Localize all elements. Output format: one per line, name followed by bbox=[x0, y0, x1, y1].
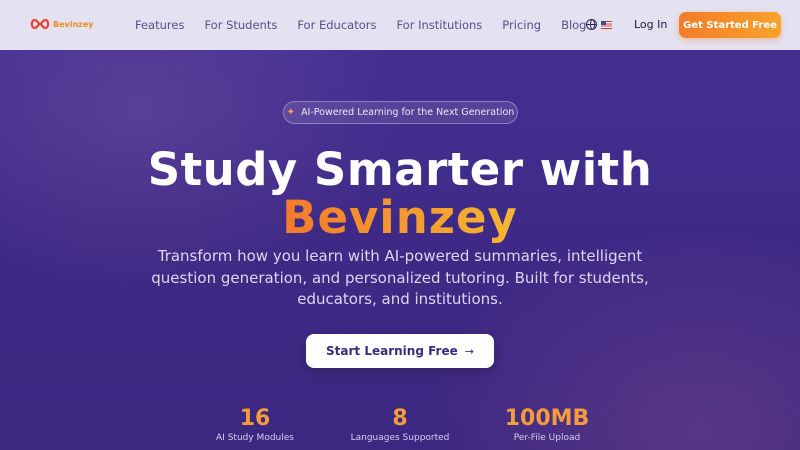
get-started-button[interactable]: Get Started Free bbox=[679, 12, 781, 38]
stat-languages: 8 Languages Supported bbox=[335, 406, 465, 443]
globe-icon bbox=[586, 19, 597, 30]
stat-study-modules: 16 AI Study Modules bbox=[190, 406, 320, 443]
infinity-logo-icon bbox=[30, 18, 50, 30]
nav-link-blog[interactable]: Blog bbox=[561, 18, 586, 32]
hero-badge: ✦ AI-Powered Learning for the Next Gener… bbox=[283, 101, 518, 124]
stat-file-upload: 100MB Per-File Upload bbox=[482, 406, 612, 443]
hero-subtitle: Transform how you learn with AI-powered … bbox=[151, 247, 649, 308]
nav-link-for-students[interactable]: For Students bbox=[204, 18, 277, 32]
arrow-right-icon: → bbox=[464, 344, 474, 358]
login-link[interactable]: Log In bbox=[634, 18, 667, 31]
stat-label: Languages Supported bbox=[350, 433, 450, 443]
nav-links: Features For Students For Educators For … bbox=[135, 0, 606, 50]
hero-section: ✦ AI-Powered Learning for the Next Gener… bbox=[0, 50, 800, 450]
logo[interactable]: Bevinzey bbox=[29, 17, 93, 31]
top-navigation: Bevinzey Features For Students For Educa… bbox=[0, 0, 800, 50]
nav-link-for-educators[interactable]: For Educators bbox=[297, 18, 376, 32]
nav-link-for-institutions[interactable]: For Institutions bbox=[396, 18, 482, 32]
start-learning-button[interactable]: Start Learning Free → bbox=[306, 334, 494, 368]
nav-link-features[interactable]: Features bbox=[135, 18, 184, 32]
hero-badge-text: AI-Powered Learning for the Next Generat… bbox=[301, 107, 515, 118]
us-flag-icon bbox=[601, 20, 612, 29]
stat-label: Per-File Upload bbox=[513, 433, 581, 443]
stat-label: AI Study Modules bbox=[216, 433, 294, 443]
start-learning-label: Start Learning Free bbox=[326, 344, 458, 358]
hero-title-line2: Bevinzey bbox=[0, 191, 800, 244]
language-selector[interactable] bbox=[586, 19, 612, 30]
sparkles-icon: ✦ bbox=[286, 107, 296, 118]
hero-title-brand: Bevinzey bbox=[282, 191, 518, 244]
stat-value: 16 bbox=[239, 406, 271, 431]
logo-text: Bevinzey bbox=[53, 19, 94, 29]
nav-link-pricing[interactable]: Pricing bbox=[502, 18, 541, 32]
stat-value: 100MB bbox=[504, 406, 590, 431]
stat-value: 8 bbox=[392, 406, 408, 431]
hero-title-line1: Study Smarter with bbox=[147, 143, 653, 196]
